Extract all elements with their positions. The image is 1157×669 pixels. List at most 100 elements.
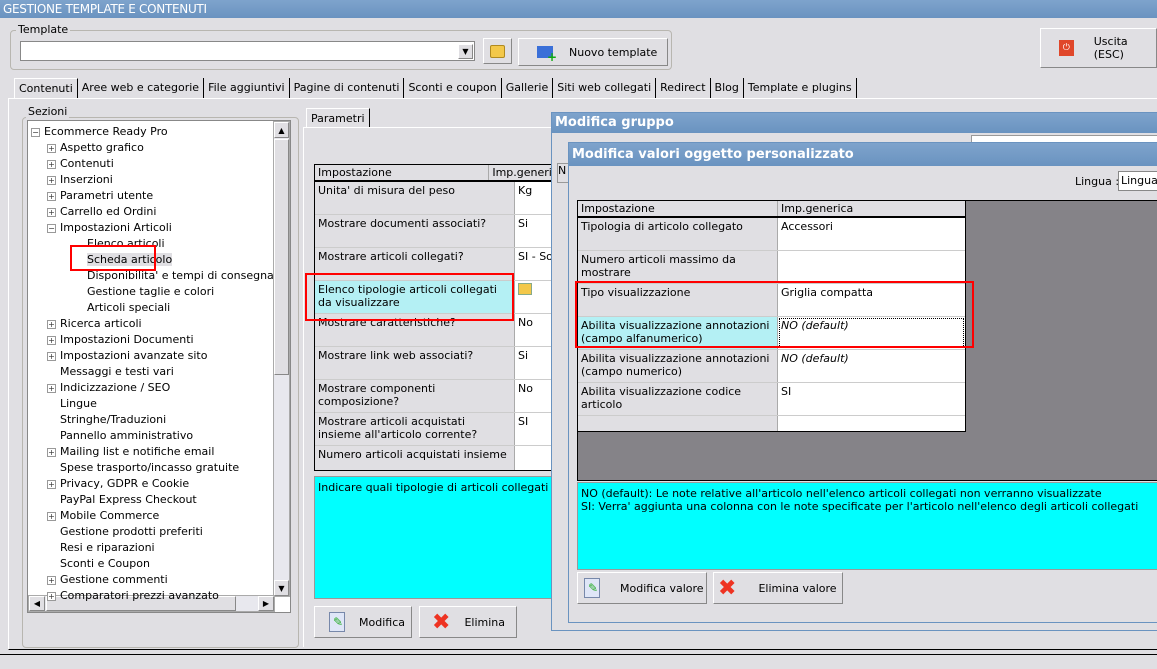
values-grid[interactable]: Impostazione Imp.generica Tipologia di art…: [577, 200, 966, 432]
tree-item[interactable]: + Carrello ed Ordini: [47, 204, 156, 220]
expand-icon[interactable]: +: [47, 143, 56, 153]
edit-value-button[interactable]: ✎ Modifica valore: [577, 572, 707, 604]
table-row[interactable]: Tipo visualizzazione Griglia compatta: [578, 284, 965, 317]
new-template-button[interactable]: + Nuovo template: [518, 38, 668, 66]
expand-icon[interactable]: +: [47, 351, 56, 361]
tab-contenuti[interactable]: Contenuti: [14, 78, 78, 98]
folder-icon[interactable]: [518, 283, 532, 295]
expand-icon[interactable]: +: [47, 591, 56, 601]
table-row[interactable]: Numero articoli massimo da mostrare: [578, 251, 965, 284]
tree-item[interactable]: Sconti e Coupon: [47, 556, 150, 572]
table-row[interactable]: Abilita visualizzazione annotazioni (cam…: [578, 350, 965, 383]
table-row[interactable]: Mostrare caratteristiche? No: [315, 314, 558, 347]
tree-item[interactable]: + Impostazioni avanzate sito: [47, 348, 207, 364]
tree-item[interactable]: − Impostazioni Articoli: [47, 220, 172, 236]
expand-icon[interactable]: +: [47, 479, 56, 489]
expand-icon[interactable]: +: [47, 159, 56, 169]
setting-value[interactable]: [778, 251, 965, 283]
tree-item[interactable]: + Impostazioni Documenti: [47, 332, 194, 348]
tree-root[interactable]: − Ecommerce Ready Pro: [31, 124, 168, 140]
tree-item[interactable]: Scheda articolo: [74, 252, 173, 268]
tree-item[interactable]: Spese trasporto/incasso gratuite: [47, 460, 239, 476]
tab-gallerie[interactable]: Gallerie: [502, 78, 554, 98]
tree-item[interactable]: + Comparatori prezzi avanzato: [47, 588, 219, 604]
tree-item[interactable]: Disponibilita' e tempi di consegna: [74, 268, 274, 284]
expand-icon[interactable]: +: [47, 335, 56, 345]
scroll-right-icon[interactable]: ▶: [258, 596, 274, 611]
tree-item[interactable]: PayPal Express Checkout: [47, 492, 197, 508]
expand-icon[interactable]: +: [47, 319, 56, 329]
delete-value-button[interactable]: ✖ Elimina valore: [713, 572, 843, 604]
setting-value[interactable]: [778, 416, 965, 431]
tab-siti-web-collegati[interactable]: Siti web collegati: [553, 78, 657, 98]
table-row[interactable]: [578, 416, 965, 431]
table-row[interactable]: Abilita visualizzazione annotazioni (cam…: [578, 317, 965, 350]
tab-sconti-e-coupon[interactable]: Sconti e coupon: [404, 78, 502, 98]
setting-value[interactable]: NO (default): [778, 350, 965, 382]
tree-item[interactable]: Articoli speciali: [74, 300, 170, 316]
template-select[interactable]: ▼: [20, 41, 475, 61]
open-folder-button[interactable]: [483, 38, 512, 64]
tree-item[interactable]: + Parametri utente: [47, 188, 153, 204]
collapse-icon[interactable]: −: [47, 223, 56, 233]
tab-parametri[interactable]: Parametri: [306, 108, 370, 128]
tree-item[interactable]: Stringhe/Traduzioni: [47, 412, 166, 428]
table-row[interactable]: Elenco tipologie articoli collegati da v…: [315, 281, 558, 314]
delete-button[interactable]: ✖ Elimina: [419, 606, 517, 638]
tree-item[interactable]: Messaggi e testi vari: [47, 364, 174, 380]
tree-item[interactable]: + Ricerca articoli: [47, 316, 142, 332]
scroll-left-icon[interactable]: ◀: [29, 596, 45, 611]
tree-item[interactable]: + Contenuti: [47, 156, 114, 172]
tree-item[interactable]: + Inserzioni: [47, 172, 113, 188]
tree-item[interactable]: + Indicizzazione / SEO: [47, 380, 170, 396]
tree-vertical-scrollbar[interactable]: ▲ ▼: [273, 121, 290, 597]
setting-name: Numero articoli massimo da mostrare: [578, 251, 778, 283]
table-row[interactable]: Unita' di misura del peso Kg: [315, 182, 558, 215]
sections-tree[interactable]: − Ecommerce Ready Pro ▲ ▼ ◀ ▶ + Aspetto gr…: [27, 120, 291, 613]
table-row[interactable]: Mostrare articoli collegati?SI - Solo ti…: [315, 248, 558, 281]
tree-item[interactable]: + Mailing list e notifiche email: [47, 444, 214, 460]
edit-button[interactable]: ✎ Modifica: [314, 606, 412, 638]
tree-item[interactable]: + Privacy, GDPR e Cookie: [47, 476, 189, 492]
tree-item[interactable]: Lingue: [47, 396, 97, 412]
setting-value[interactable]: Accessori: [778, 218, 965, 250]
tab-pagine-di-contenuti[interactable]: Pagine di contenuti: [290, 78, 405, 98]
tree-item[interactable]: Pannello amministrativo: [47, 428, 193, 444]
tree-item[interactable]: + Aspetto grafico: [47, 140, 144, 156]
expand-icon[interactable]: +: [47, 175, 56, 185]
table-row[interactable]: Mostrare componenti composizione? No: [315, 380, 558, 413]
tab-redirect[interactable]: Redirect: [656, 78, 711, 98]
table-row[interactable]: Tipologia di articolo collegato Accessori: [578, 218, 965, 251]
tree-item[interactable]: Resi e riparazioni: [47, 540, 155, 556]
expand-icon[interactable]: +: [47, 575, 56, 585]
expand-icon[interactable]: +: [47, 191, 56, 201]
tree-item[interactable]: + Gestione commenti: [47, 572, 168, 588]
table-row[interactable]: Mostrare articoli acquistati insieme all…: [315, 413, 558, 446]
setting-value[interactable]: SI: [778, 383, 965, 415]
tab-aree-web-e-categorie[interactable]: Aree web e categorie: [78, 78, 205, 98]
tree-item[interactable]: + Mobile Commerce: [47, 508, 159, 524]
scroll-up-icon[interactable]: ▲: [274, 122, 289, 138]
chevron-down-icon[interactable]: ▼: [458, 44, 473, 59]
setting-value[interactable]: NO (default): [778, 317, 965, 349]
scroll-down-icon[interactable]: ▼: [274, 580, 289, 596]
setting-value[interactable]: Griglia compatta: [778, 284, 965, 316]
tab-file-aggiuntivi[interactable]: File aggiuntivi: [204, 78, 290, 98]
expand-icon[interactable]: +: [47, 447, 56, 457]
tab-blog[interactable]: Blog: [711, 78, 744, 98]
expand-icon[interactable]: +: [47, 511, 56, 521]
tree-item[interactable]: Elenco articoli: [74, 236, 165, 252]
tree-item[interactable]: Gestione taglie e colori: [74, 284, 214, 300]
expand-icon[interactable]: +: [47, 383, 56, 393]
scroll-thumb[interactable]: [274, 139, 289, 375]
table-row[interactable]: Abilita visualizzazione codice articolo S…: [578, 383, 965, 416]
language-select[interactable]: Lingua: [1118, 171, 1157, 191]
tab-template-e-plugins[interactable]: Template e plugins: [744, 78, 857, 98]
table-row[interactable]: Numero articoli acquistati insieme: [315, 446, 558, 470]
expand-icon[interactable]: +: [47, 207, 56, 217]
table-row[interactable]: Mostrare documenti associati? Si: [315, 215, 558, 248]
exit-button[interactable]: ⏻ Uscita (ESC): [1040, 28, 1157, 68]
params-grid[interactable]: Impostazione Imp.generica Unita' di misura…: [314, 164, 559, 471]
tree-item[interactable]: Gestione prodotti preferiti: [47, 524, 203, 540]
table-row[interactable]: Mostrare link web associati? Si: [315, 347, 558, 380]
